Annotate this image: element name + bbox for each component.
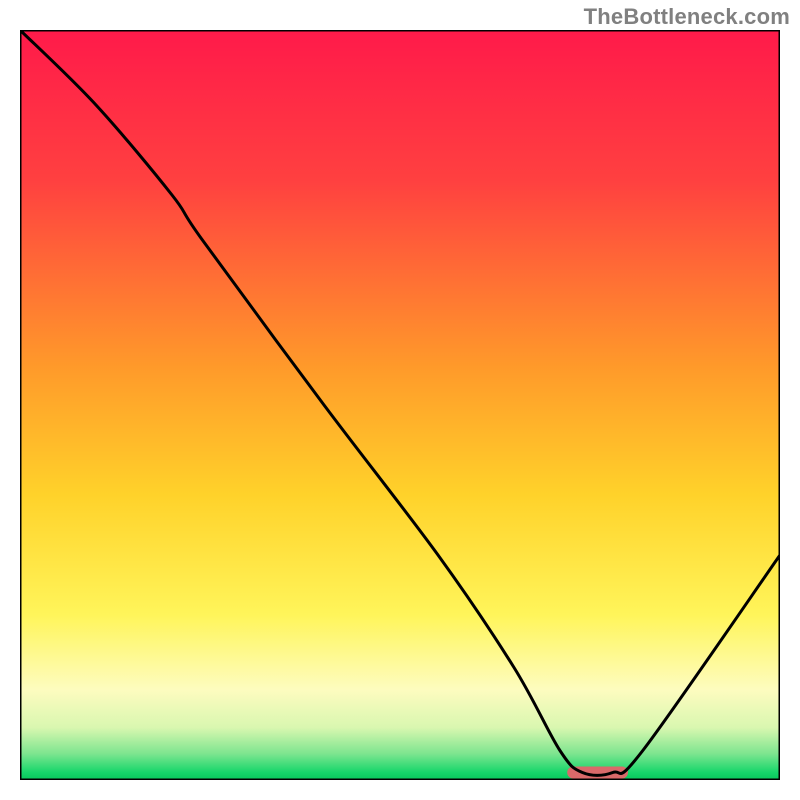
bottleneck-chart bbox=[20, 30, 780, 780]
attribution-label: TheBottleneck.com bbox=[584, 4, 790, 30]
heat-gradient-background bbox=[20, 30, 780, 780]
